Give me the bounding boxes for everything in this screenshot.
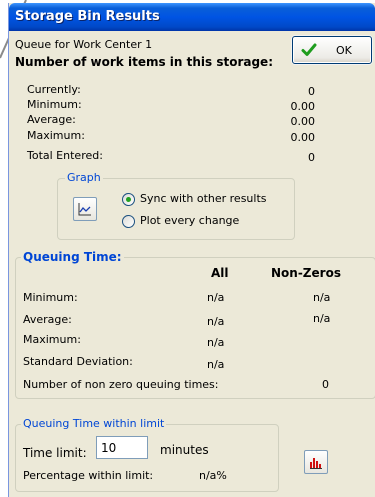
qt-label-minimum: Minimum: xyxy=(23,291,78,304)
time-limit-input[interactable] xyxy=(96,436,148,459)
stat-value-average: 0.00 xyxy=(290,115,316,128)
stat-label-total-entered: Total Entered: xyxy=(27,149,103,162)
radio-label-plot-every-change[interactable]: Plot every change xyxy=(140,214,239,227)
qt-label-std-dev: Standard Deviation: xyxy=(23,355,133,368)
window-title: Storage Bin Results xyxy=(15,9,160,24)
radio-plot-every-change[interactable] xyxy=(122,215,135,228)
stat-value-maximum: 0.00 xyxy=(290,131,316,144)
queue-name: Queue for Work Center 1 xyxy=(15,38,153,51)
stat-label-minimum: Minimum: xyxy=(27,98,82,111)
histogram-icon xyxy=(310,458,322,469)
histogram-button[interactable] xyxy=(304,450,328,474)
stat-label-currently: Currently: xyxy=(27,83,81,96)
nonzero-count-value: 0 xyxy=(322,378,329,391)
dialog-window: Storage Bin Results Queue for Work Cente… xyxy=(8,3,375,497)
stat-label-maximum: Maximum: xyxy=(27,129,85,142)
qt-all-average: n/a xyxy=(207,315,225,328)
checkmark-icon xyxy=(301,43,317,56)
title-bar[interactable]: Storage Bin Results xyxy=(9,3,375,31)
qt-label-maximum: Maximum: xyxy=(23,333,81,346)
stat-label-average: Average: xyxy=(27,113,76,126)
column-header-non-zeros: Non-Zeros xyxy=(271,266,341,280)
ok-button[interactable]: OK xyxy=(292,36,372,64)
line-chart-icon xyxy=(78,203,91,216)
limit-legend: Queuing Time within limit xyxy=(21,417,167,430)
stat-value-currently: 0 xyxy=(308,85,315,98)
nonzero-count-label: Number of non zero queuing times: xyxy=(23,378,219,391)
graph-legend: Graph xyxy=(65,171,103,184)
storage-heading: Number of work items in this storage: xyxy=(15,55,273,69)
stat-value-total-entered: 0 xyxy=(308,151,315,164)
qt-nonzero-average: n/a xyxy=(313,312,331,325)
queuing-time-legend: Queuing Time: xyxy=(21,250,124,264)
time-limit-label: Time limit: xyxy=(23,446,87,460)
qt-label-average: Average: xyxy=(23,313,72,326)
stat-value-minimum: 0.00 xyxy=(290,100,316,113)
percentage-within-limit-value: n/a% xyxy=(199,469,227,482)
qt-all-maximum: n/a xyxy=(207,336,225,349)
qt-all-minimum: n/a xyxy=(207,291,225,304)
column-header-all: All xyxy=(211,266,229,280)
qt-nonzero-minimum: n/a xyxy=(313,291,331,304)
ok-button-label: OK xyxy=(336,44,352,57)
graph-button[interactable] xyxy=(73,197,97,221)
radio-label-sync[interactable]: Sync with other results xyxy=(140,192,267,205)
radio-sync-with-other-results[interactable] xyxy=(122,193,135,206)
time-limit-unit: minutes xyxy=(160,443,209,457)
percentage-within-limit-label: Percentage within limit: xyxy=(23,469,154,482)
qt-all-std-dev: n/a xyxy=(207,358,225,371)
